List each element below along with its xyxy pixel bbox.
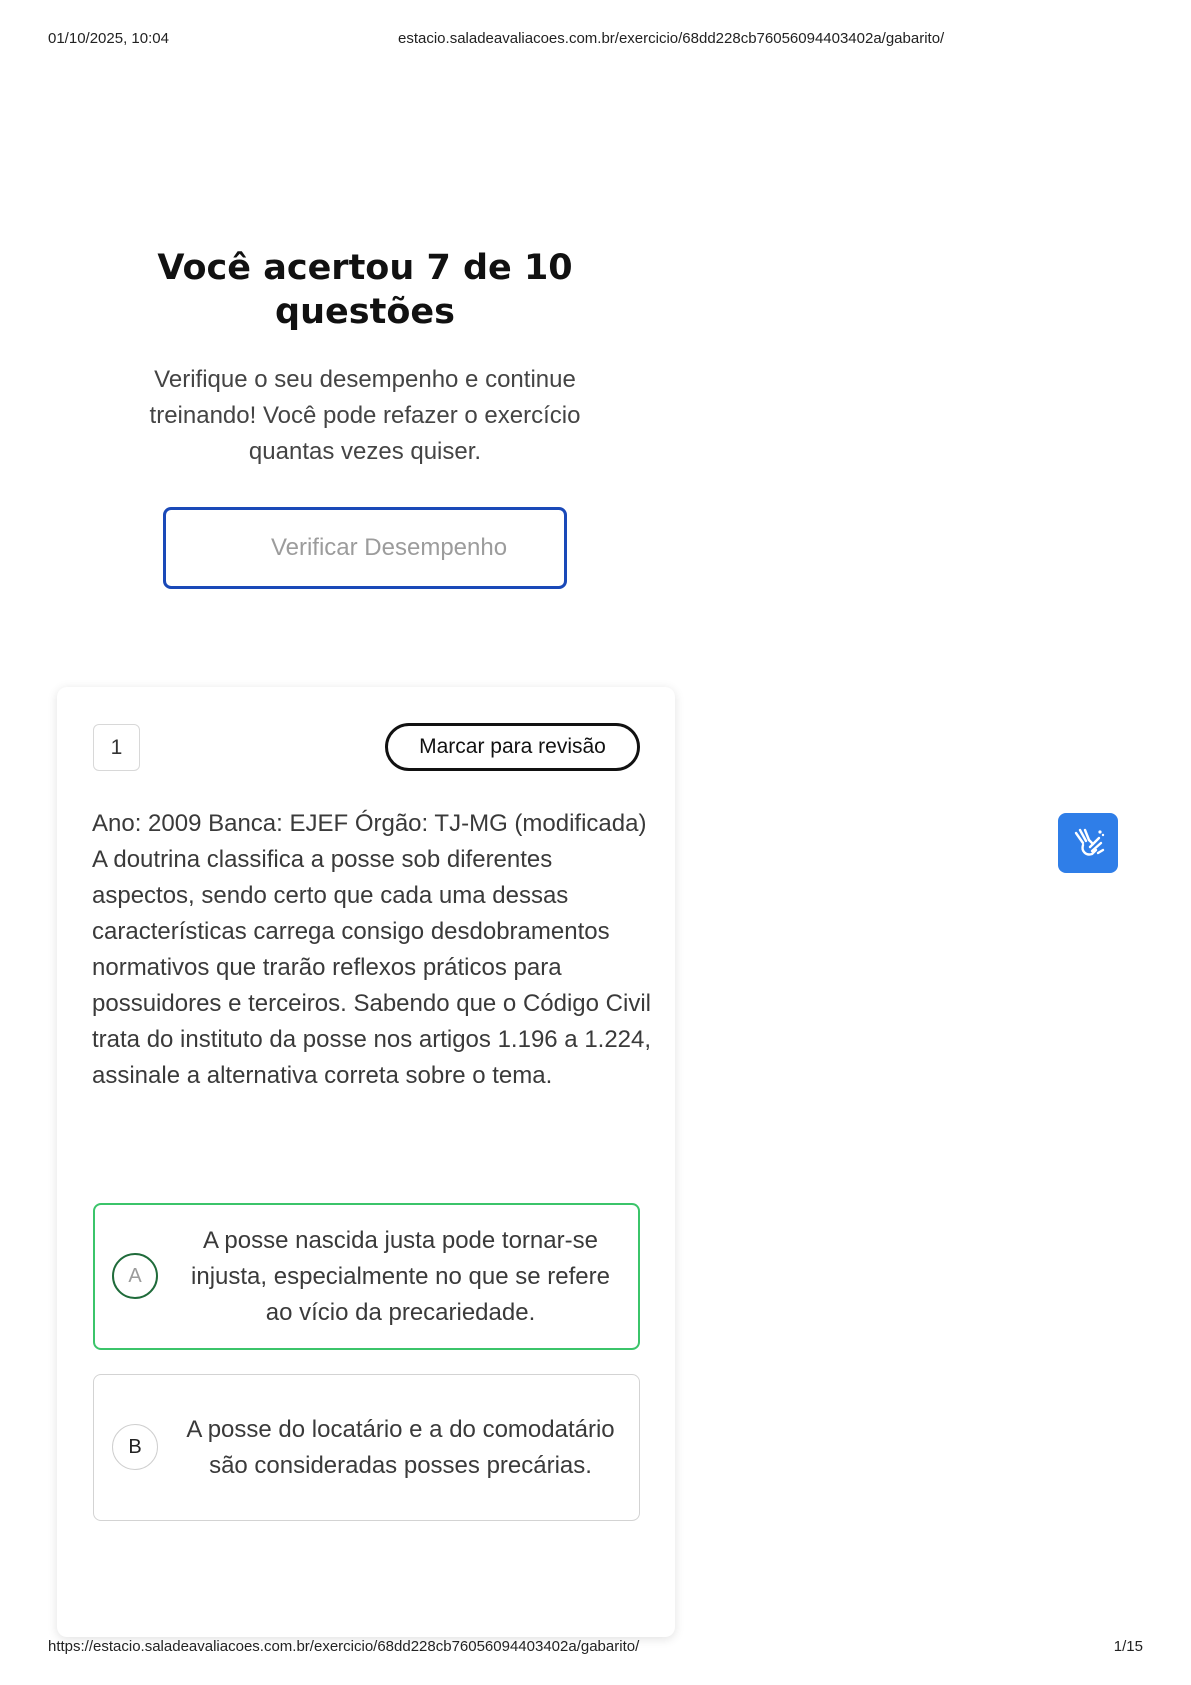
question-text: A doutrina classifica a posse sob difere… <box>92 846 652 1089</box>
option-letter-b: B <box>112 1424 158 1470</box>
verify-performance-button[interactable]: Verificar Desempenho <box>163 507 567 589</box>
print-date: 01/10/2025, 10:04 <box>48 30 169 47</box>
question-statement: Ano: 2009 Banca: EJEF Órgão: TJ-MG (modi… <box>92 806 652 1094</box>
sign-language-hands-icon <box>1074 828 1105 856</box>
print-url: estacio.saladeavaliacoes.com.br/exercici… <box>398 30 945 47</box>
option-a[interactable]: A A posse nascida justa pode tornar-se i… <box>93 1203 640 1350</box>
question-source: Ano: 2009 Banca: EJEF Órgão: TJ-MG (modi… <box>92 810 647 837</box>
libras-accessibility-button[interactable] <box>1058 813 1118 873</box>
option-text-a: A posse nascida justa pode tornar-se inj… <box>191 1226 610 1326</box>
option-letter-a: A <box>112 1253 158 1299</box>
option-text-b: A posse do locatário e a do comodatário … <box>186 1415 615 1479</box>
option-b[interactable]: B A posse do locatário e a do comodatári… <box>93 1374 640 1521</box>
page-number: 1/15 <box>1113 1638 1143 1655</box>
footer-url: https://estacio.saladeavaliacoes.com.br/… <box>48 1638 640 1655</box>
question-number: 1 <box>93 724 140 771</box>
result-subtitle: Verifique o seu desempenho e continue tr… <box>149 366 581 465</box>
result-title: Você acertou 7 de 10 questões <box>157 248 573 332</box>
mark-for-review-button[interactable]: Marcar para revisão <box>385 723 640 771</box>
